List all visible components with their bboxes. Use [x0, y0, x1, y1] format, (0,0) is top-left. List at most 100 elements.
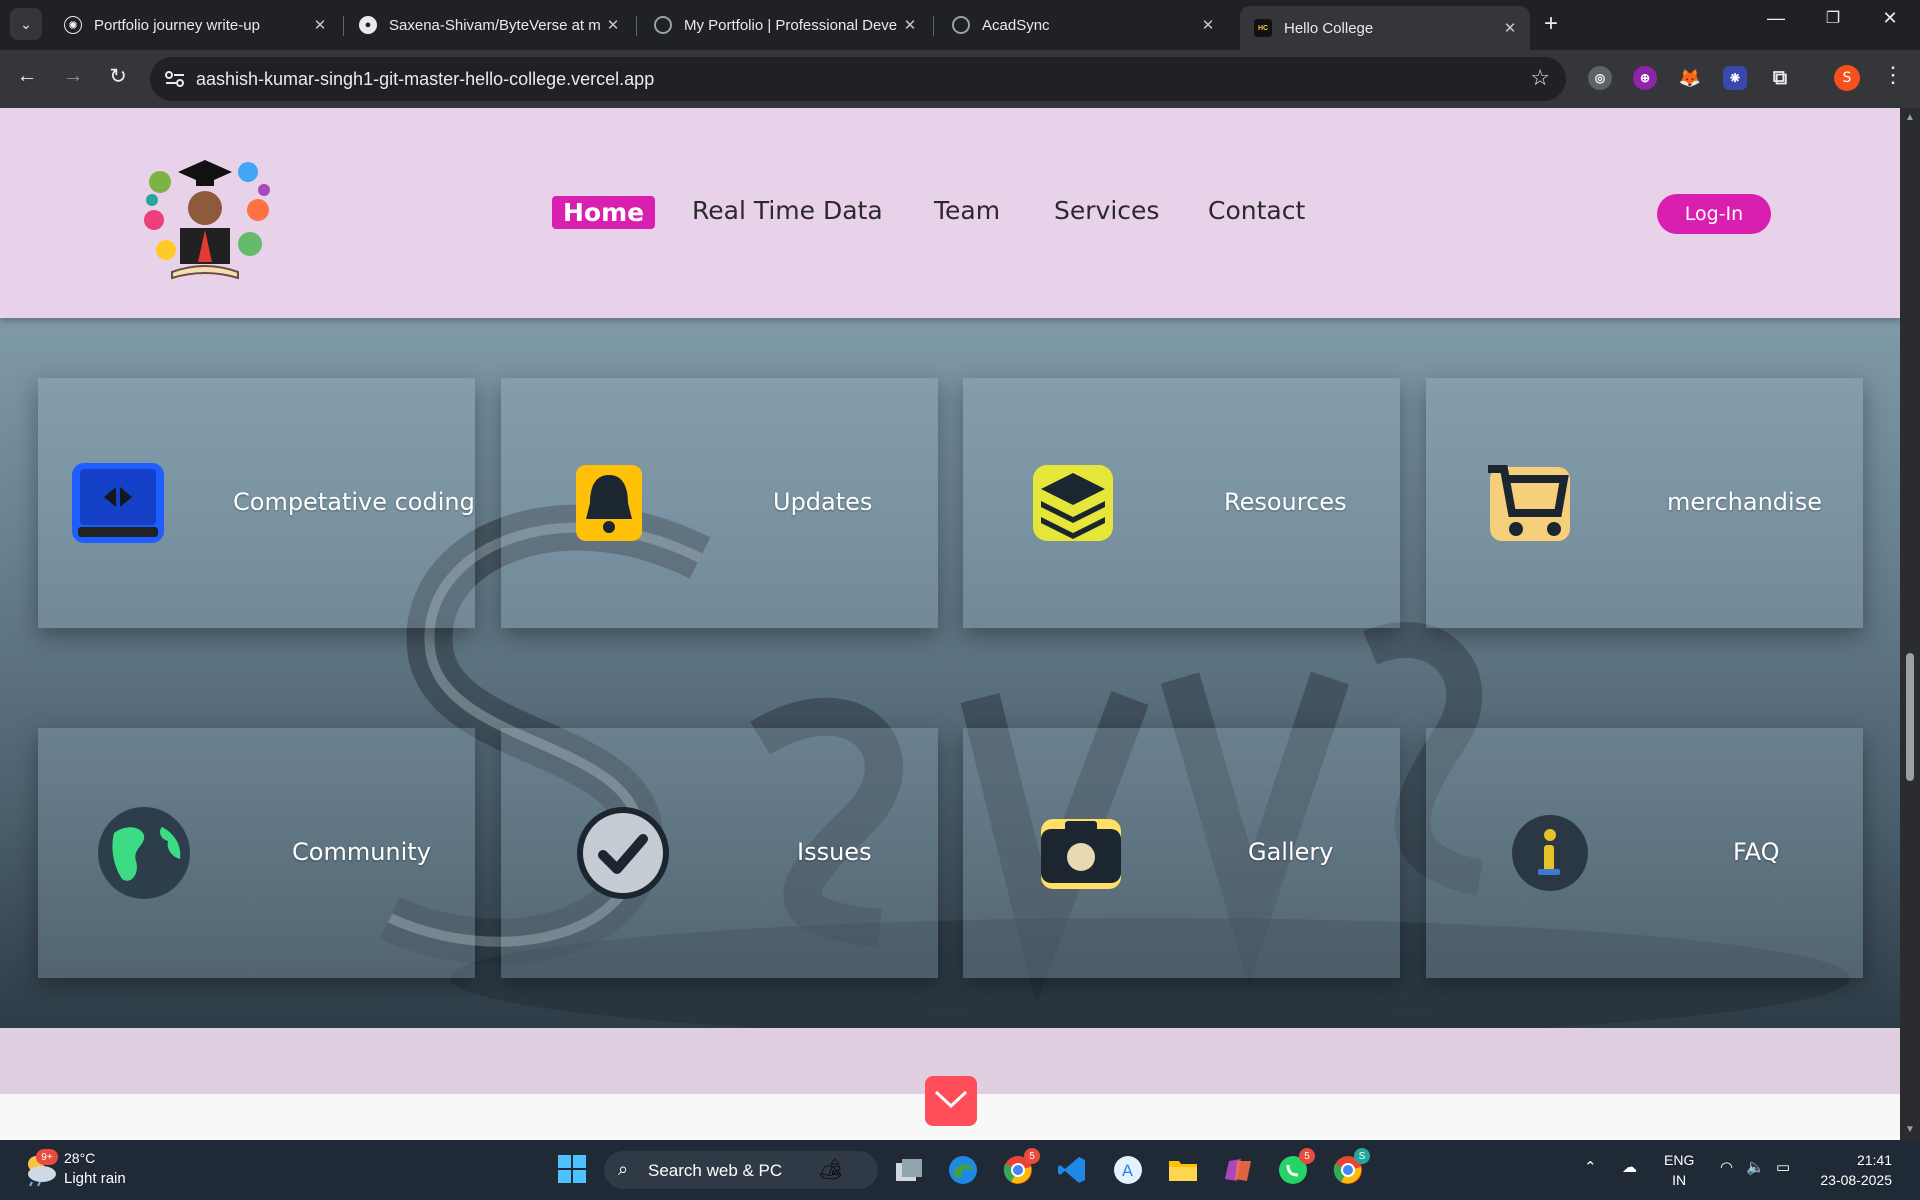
service-card-issues[interactable]: Issues [501, 728, 938, 978]
scroll-up-arrow-icon[interactable]: ▲ [1905, 112, 1915, 123]
service-card-faq[interactable]: FAQ [1426, 728, 1863, 978]
service-label: Competative coding [233, 488, 475, 516]
taskbar-search[interactable]: ⌕ Search web & PC 🏕 [604, 1151, 878, 1189]
extension-gear-icon[interactable]: ❋ [1723, 66, 1747, 90]
onedrive-offline-icon[interactable]: ☁ [1622, 1158, 1637, 1176]
info-icon [1502, 805, 1598, 901]
page-scrollbar[interactable]: ▲ ▼ [1900, 108, 1920, 1140]
extension-grammar-icon[interactable]: ◎ [1588, 66, 1612, 90]
close-icon[interactable]: ✕ [1198, 16, 1218, 34]
weather-alert-badge: 9+ [36, 1149, 58, 1165]
extensions-puzzle-icon[interactable]: ⧉ [1768, 66, 1792, 90]
task-view-icon[interactable] [893, 1154, 925, 1186]
nav-real-time-data[interactable]: Real Time Data [692, 196, 883, 225]
layers-icon [1025, 455, 1121, 551]
site-info-icon[interactable] [164, 69, 186, 89]
edge-browser-icon[interactable] [947, 1154, 979, 1186]
tab-hello-college[interactable]: HC Hello College ✕ [1240, 6, 1530, 50]
bell-icon [561, 455, 657, 551]
reload-icon[interactable]: ↻ [103, 64, 133, 89]
vscode-icon[interactable] [1056, 1154, 1088, 1186]
tab-search-button[interactable]: ⌄ [10, 8, 42, 40]
profile-avatar[interactable]: S [1834, 65, 1860, 91]
chatgpt-icon: ✺ [64, 16, 82, 34]
close-icon[interactable]: ✕ [900, 16, 920, 34]
extension-web-icon[interactable]: ⊕ [1633, 66, 1657, 90]
input-language[interactable]: ENG IN [1664, 1150, 1694, 1190]
volume-icon[interactable]: 🔈 [1746, 1158, 1765, 1176]
tab-title: Saxena-Shivam/ByteVerse at m [389, 16, 601, 34]
code-monitor-icon [70, 455, 166, 551]
app-store-icon[interactable]: A [1112, 1154, 1144, 1186]
restore-icon[interactable]: ❐ [1813, 8, 1853, 28]
globe-icon [952, 16, 970, 34]
tab-title: My Portfolio | Professional Deve [684, 16, 898, 34]
checkmark-icon [575, 805, 671, 901]
service-card-gallery[interactable]: Gallery [963, 728, 1400, 978]
clock-time: 21:41 [1856, 1152, 1892, 1168]
close-icon[interactable]: ✕ [310, 16, 330, 34]
chrome-profile-icon[interactable]: S [1332, 1148, 1370, 1186]
globe-icon [654, 16, 672, 34]
github-icon: ● [359, 16, 377, 34]
close-icon[interactable]: ✕ [603, 16, 623, 34]
windows-start-icon[interactable] [557, 1154, 587, 1184]
service-card-competative-coding[interactable]: Competative coding [38, 378, 475, 628]
tab-title: Hello College [1284, 19, 1374, 37]
svg-text:A: A [1122, 1161, 1133, 1180]
close-icon[interactable]: ✕ [1500, 19, 1520, 37]
search-icon: ⌕ [618, 1159, 629, 1179]
college-logo[interactable] [130, 132, 280, 286]
service-label: FAQ [1733, 838, 1780, 866]
service-card-merchandise[interactable]: merchandise [1426, 378, 1863, 628]
forward-arrow-icon[interactable]: → [58, 64, 88, 88]
chrome-icon[interactable]: 5 [1002, 1148, 1040, 1186]
tab-byteverse[interactable]: ● Saxena-Shivam/ByteVerse at m ✕ [345, 6, 633, 44]
window-close-icon[interactable]: ✕ [1870, 8, 1910, 29]
minimize-icon[interactable]: — [1756, 8, 1796, 29]
scroll-down-arrow-icon[interactable]: ▼ [1905, 1124, 1915, 1135]
tab-my-portfolio[interactable]: My Portfolio | Professional Deve ✕ [640, 6, 930, 44]
weather-temperature[interactable]: 28°C [64, 1150, 95, 1166]
extension-fox-icon[interactable]: 🦊 [1678, 66, 1702, 90]
wifi-icon[interactable]: ◠ [1720, 1158, 1733, 1176]
tab-portfolio-journey[interactable]: ✺ Portfolio journey write-up ✕ [50, 6, 340, 44]
web-page: Home Real Time Data Team Services Contac… [0, 108, 1900, 1140]
address-bar[interactable]: aashish-kumar-singh1-git-master-hello-co… [150, 57, 1566, 101]
nav-contact[interactable]: Contact [1208, 196, 1305, 225]
bookmark-star-icon[interactable]: ☆ [1530, 65, 1550, 91]
more-menu-icon[interactable]: ⋮ [1882, 62, 1904, 88]
camera-icon [1033, 805, 1129, 901]
scroll-down-button[interactable] [925, 1076, 977, 1126]
whatsapp-icon[interactable]: 5 [1277, 1148, 1315, 1186]
region-code: IN [1672, 1172, 1687, 1188]
hc-icon: HC [1254, 19, 1272, 37]
tab-separator [343, 16, 344, 36]
scroll-thumb[interactable] [1906, 653, 1914, 781]
file-explorer-icon[interactable] [1167, 1154, 1199, 1186]
back-arrow-icon[interactable]: ← [12, 64, 42, 88]
battery-icon[interactable]: ▭ [1776, 1158, 1790, 1176]
tab-title: AcadSync [982, 16, 1050, 34]
system-clock[interactable]: 21:41 23-08-2025 [1812, 1150, 1892, 1190]
tab-acadsync[interactable]: AcadSync ✕ [938, 6, 1228, 44]
copilot-icon[interactable] [1222, 1154, 1254, 1186]
services-section: Competative coding Updates Resources mer… [0, 318, 1900, 1028]
chrome-profile-badge: S [1354, 1148, 1370, 1164]
nav-services[interactable]: Services [1054, 196, 1159, 225]
service-label: Updates [773, 488, 873, 516]
service-label: merchandise [1667, 488, 1822, 516]
new-tab-plus-icon[interactable]: + [1544, 10, 1558, 38]
weather-description[interactable]: Light rain [64, 1170, 126, 1187]
service-label: Issues [797, 838, 872, 866]
globe-earth-icon [96, 805, 192, 901]
nav-team[interactable]: Team [934, 196, 1000, 225]
login-button[interactable]: Log-In [1657, 194, 1771, 234]
show-hidden-icons-chevron-icon[interactable]: ⌃ [1584, 1158, 1597, 1176]
service-card-resources[interactable]: Resources [963, 378, 1400, 628]
service-card-community[interactable]: Community [38, 728, 475, 978]
tab-title: Portfolio journey write-up [94, 16, 260, 34]
service-card-updates[interactable]: Updates [501, 378, 938, 628]
nav-home[interactable]: Home [552, 196, 656, 229]
search-placeholder: Search web & PC [648, 1161, 783, 1180]
